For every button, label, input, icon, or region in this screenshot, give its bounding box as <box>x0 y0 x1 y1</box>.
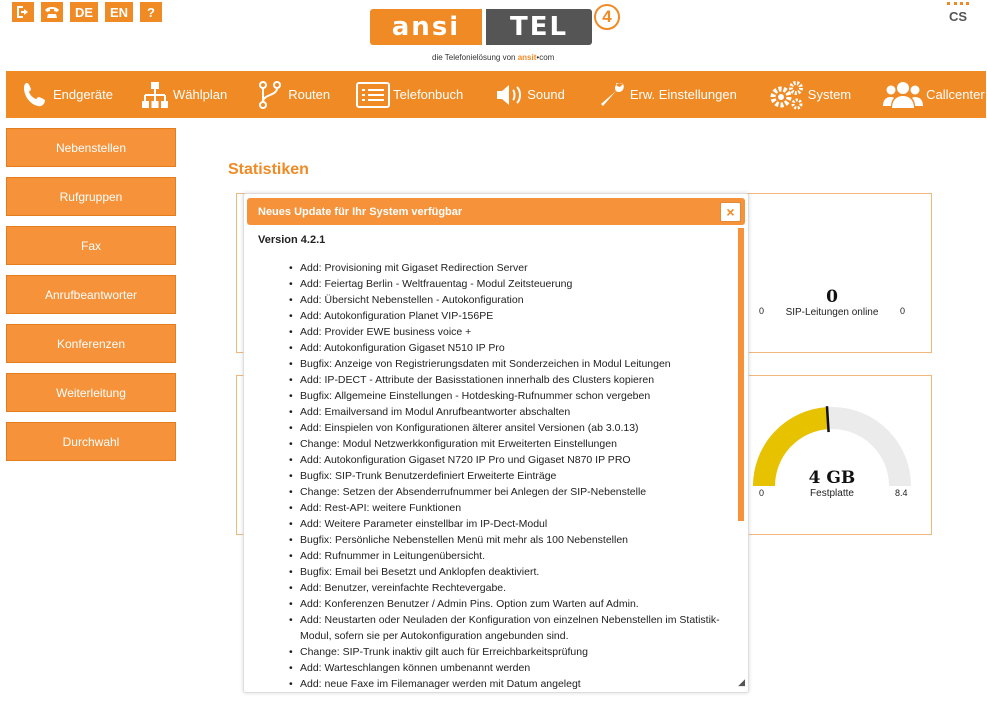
changelog-item: Add: Weitere Parameter einstellbar im IP… <box>289 516 729 532</box>
nav-label: System <box>807 87 852 102</box>
update-dialog: Neues Update für Ihr System verfügbar × … <box>243 193 749 693</box>
dialog-title: Neues Update für Ihr System verfügbar <box>258 205 463 218</box>
changelog-item: Change: Setzen der Absenderrufnummer bei… <box>289 484 729 500</box>
lang-de-button[interactable]: DE <box>70 2 98 22</box>
disk-stat: 4 GB Festplatte <box>782 468 882 499</box>
changelog-item: Bugfix: Allgemeine Einstellungen - Hotde… <box>289 388 729 404</box>
top-toolbar: DE EN ? <box>12 2 162 22</box>
route-icon <box>259 80 282 109</box>
sip-lines-stat: 0 SIP-Leitungen online <box>757 287 907 318</box>
sip-lines-max: 0 <box>900 306 906 316</box>
sidebar-item-weiterleitung[interactable]: Weiterleitung <box>6 373 176 412</box>
changelog-item: Add: Rufnummer in Leitungenübersicht. <box>289 548 729 564</box>
sidebar: Nebenstellen Rufgruppen Fax Anrufbeantwo… <box>6 128 176 471</box>
dialog-body[interactable]: Version 4.2.1 Add: Provisioning mit Giga… <box>247 228 747 690</box>
nav-label: Sound <box>527 87 565 102</box>
changelog-item: Add: Einspielen von Konfigurationen älte… <box>289 420 729 436</box>
changelog-item: Add: Provisioning mit Gigaset Redirectio… <box>289 260 729 276</box>
resize-handle-icon[interactable]: ◢ <box>738 677 745 688</box>
nav-label: Wählplan <box>173 87 228 102</box>
nav-erw-einstellungen[interactable]: Erw. Einstellungen <box>565 71 737 118</box>
changelog-item: Bugfix: Anzeige von Registrierungsdaten … <box>289 356 729 372</box>
main-nav: Endgeräte Wählplan Routen Telefonbuch So… <box>6 71 986 118</box>
phone-handset-icon[interactable] <box>41 2 63 22</box>
close-icon[interactable]: × <box>720 202 741 222</box>
changelog-item: Bugfix: Persönliche Nebenstellen Menü mi… <box>289 532 729 548</box>
changelog-item: Add: Emailversand im Modul Anrufbeantwor… <box>289 404 729 420</box>
changelog-item: Bugfix: Email bei Besetzt und Anklopfen … <box>289 564 729 580</box>
disk-min: 0 <box>759 488 765 498</box>
changelog-item: Add: Provider EWE business voice + <box>289 324 729 340</box>
ansitel-logo: ansi TEL 4 die Telefonielösung von ansit… <box>370 4 622 69</box>
dialog-scrollbar[interactable] <box>738 228 744 521</box>
changelog-item: Add: IP-DECT - Attribute der Basisstatio… <box>289 372 729 388</box>
help-button[interactable]: ? <box>140 2 162 22</box>
nav-routen[interactable]: Routen <box>227 71 330 118</box>
logo-version-number: 4 <box>594 4 620 30</box>
sidebar-item-fax[interactable]: Fax <box>6 226 176 265</box>
nav-system[interactable]: System <box>737 71 851 118</box>
changelog-item: Add: Autokonfiguration Planet VIP-156PE <box>289 308 729 324</box>
nav-sound[interactable]: Sound <box>463 71 565 118</box>
sidebar-item-konferenzen[interactable]: Konferenzen <box>6 324 176 363</box>
nav-callcenter[interactable]: Callcenter <box>851 71 985 118</box>
sip-lines-label: SIP-Leitungen online <box>785 307 879 318</box>
disk-value: 4 GB <box>808 468 856 488</box>
hierarchy-icon <box>142 81 168 108</box>
changelog-item: Add: Rest-API: weitere Funktionen <box>289 500 729 516</box>
cs-badge-icon[interactable]: CS <box>947 2 969 24</box>
changelog-item: Add: Übersicht Nebenstellen - Autokonfig… <box>289 292 729 308</box>
sip-lines-value: 0 <box>826 287 838 307</box>
nav-waehlplan[interactable]: Wählplan <box>113 71 227 118</box>
logout-icon[interactable] <box>12 2 34 22</box>
sidebar-item-nebenstellen[interactable]: Nebenstellen <box>6 128 176 167</box>
changelog-item: Bugfix: SIP-Trunk Benutzerdefiniert Erwe… <box>289 468 729 484</box>
lang-en-button[interactable]: EN <box>105 2 133 22</box>
sidebar-item-rufgruppen[interactable]: Rufgruppen <box>6 177 176 216</box>
speaker-icon <box>497 84 522 105</box>
sidebar-item-durchwahl[interactable]: Durchwahl <box>6 422 176 461</box>
users-icon <box>883 81 924 108</box>
sidebar-item-anrufbeantworter[interactable]: Anrufbeantworter <box>6 275 176 314</box>
changelog-item: Add: Autokonfiguration Gigaset N720 IP P… <box>289 452 729 468</box>
changelog-item: Add: Autokonfiguration Gigaset N510 IP P… <box>289 340 729 356</box>
gauge-needle <box>825 406 830 433</box>
nav-endgeraete[interactable]: Endgeräte <box>6 71 113 118</box>
changelog-item: Add: neue Faxe im Filemanager werden mit… <box>289 676 729 690</box>
logo-tel: TEL <box>486 9 592 45</box>
nav-telefonbuch[interactable]: Telefonbuch <box>330 71 463 118</box>
app-root: DE EN ? CS ansi TEL 4 die Telefonielösun… <box>0 0 987 719</box>
dialog-header: Neues Update für Ihr System verfügbar × <box>247 198 745 225</box>
logo-ansi: ansi <box>370 9 482 45</box>
changelog-item: Add: Neustarten oder Neuladen der Konfig… <box>289 612 729 644</box>
nav-label: Erw. Einstellungen <box>629 87 737 102</box>
logo-subtitle: die Telefonielösung von ansit•com <box>432 53 555 62</box>
page-title: Statistiken <box>228 161 309 178</box>
nav-label: Callcenter <box>926 87 985 102</box>
changelog-item: Add: Feiertag Berlin - Weltfrauentag - M… <box>289 276 729 292</box>
disk-max: 8.4 <box>895 488 908 498</box>
changelog-list: Add: Provisioning mit Gigaset Redirectio… <box>289 260 729 690</box>
list-icon <box>356 81 391 108</box>
sip-lines-min: 0 <box>759 306 765 316</box>
gears-icon <box>770 80 803 109</box>
changelog-item: Add: Warteschlangen können umbenannt wer… <box>289 660 729 676</box>
changelog-item: Change: Modul Netzwerkkonfiguration mit … <box>289 436 729 452</box>
changelog-item: Add: Konferenzen Benutzer / Admin Pins. … <box>289 596 729 612</box>
nav-label: Routen <box>288 87 331 102</box>
disk-label: Festplatte <box>810 488 854 499</box>
nav-label: Telefonbuch <box>393 87 464 102</box>
changelog-item: Add: Benutzer, vereinfachte Rechtevergab… <box>289 580 729 596</box>
phone-icon <box>24 82 45 106</box>
changelog-item: Change: SIP-Trunk inaktiv gilt auch für … <box>289 644 729 660</box>
version-heading: Version 4.2.1 <box>258 234 326 246</box>
wrench-icon <box>600 82 624 106</box>
nav-label: Endgeräte <box>53 87 113 102</box>
